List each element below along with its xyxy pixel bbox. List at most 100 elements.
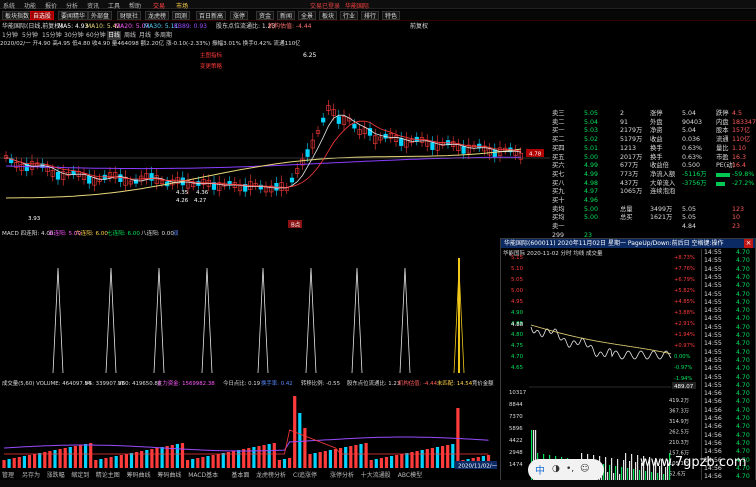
volume-bar <box>12 458 16 468</box>
bottom-tab[interactable]: 基本面 <box>231 471 249 480</box>
ime-toolbar[interactable]: 中 ◑ •, ☺ <box>528 459 604 481</box>
menu-help[interactable]: 帮助 <box>129 1 141 10</box>
quick-btn-sector-index[interactable]: 板块指数 <box>2 11 33 20</box>
period-60min[interactable]: 60分钟 <box>86 31 106 40</box>
bottom-tab[interactable]: 筹码曲线 <box>127 471 151 480</box>
volume-bar <box>308 454 312 468</box>
pct-tick: +3.88% <box>674 310 695 316</box>
trade-time: 14:55 <box>704 348 722 356</box>
menu-quote[interactable]: 报价 <box>45 1 57 10</box>
menu-market[interactable]: 市场 <box>176 1 188 10</box>
bottom-tab[interactable]: CI追涨停 <box>293 471 317 480</box>
volume-bar <box>374 459 378 468</box>
quick-btn-sector[interactable]: 板块 <box>319 11 338 20</box>
price-tick: 4.90 <box>511 310 524 316</box>
trade-price: 4.70 <box>736 315 750 323</box>
bottom-tab[interactable]: 十大流通股 <box>361 471 391 480</box>
popup-title[interactable]: 华能国际(600011) 2020年11月02日 星期一 PageUp/Down… <box>501 239 755 248</box>
quote-cell-l2: 大单流入 <box>650 179 676 187</box>
trade-row: 14:55 4.70 <box>702 291 750 299</box>
quick-btn-xinwen[interactable]: 新闻 <box>277 11 296 20</box>
quick-btn-special[interactable]: 特色 <box>382 11 401 20</box>
period-15min[interactable]: 15分钟 <box>42 31 62 40</box>
volume-bar <box>196 458 200 468</box>
intraday-popup[interactable]: 华能国际(600011) 2020年11月02日 星期一 PageUp/Down… <box>500 238 756 487</box>
quote-cell-v2: 4.84 <box>682 223 697 231</box>
period-multi[interactable]: 多周期 <box>154 31 172 40</box>
menu-analysis[interactable]: 分析 <box>66 1 78 10</box>
strategy-label-b: 变更策略 <box>200 62 223 70</box>
bottom-tab[interactable]: 筹码曲线 <box>157 471 181 480</box>
quote-cell-l1: 买九 <box>552 188 565 196</box>
period-1min[interactable]: 1分钟 <box>2 31 18 40</box>
adjust-label[interactable]: 前复权 <box>410 22 428 31</box>
quote-cell-v2: 5.04 <box>682 127 697 135</box>
volume-bar <box>211 455 215 468</box>
menu-system[interactable]: 系统 <box>3 1 15 10</box>
trade-time: 14:55 <box>704 381 722 389</box>
volume-bar <box>272 443 276 468</box>
indicator1-chart[interactable] <box>0 238 500 378</box>
quick-btn-limitup[interactable]: 涨停 <box>230 11 249 20</box>
bottom-tab[interactable]: 管理 <box>2 471 14 480</box>
quick-btn-external[interactable]: 外部盘 <box>88 11 113 20</box>
trade-time: 14:55 <box>704 307 722 315</box>
quote-cell-l1: 卖三 <box>552 110 565 117</box>
main-kline-chart[interactable]: 6.25 4.35 4.36 4.26 4.27 3.93 主图指标 变更策略 … <box>0 48 550 230</box>
punct-icon[interactable]: •, <box>566 464 574 474</box>
bottom-tab[interactable]: 精论主图 <box>96 471 120 480</box>
emoji-icon[interactable]: ☺ <box>580 464 589 474</box>
price-tick: 5.00 <box>511 288 524 294</box>
period-day[interactable]: 日线 <box>107 31 122 40</box>
intraday-chart[interactable]: 5.155.105.055.004.954.904.854.804.754.70… <box>501 255 701 487</box>
volume-chart[interactable]: 2020/11/02/一 <box>0 388 500 470</box>
volume-bar <box>364 443 368 468</box>
quote-cell-l2: 涨停 <box>650 110 663 117</box>
close-icon[interactable]: × <box>744 239 753 248</box>
menu-tools[interactable]: 工具 <box>108 1 120 10</box>
menu-trade[interactable]: 交易 <box>153 1 165 10</box>
bottom-tab[interactable]: 缩定到 <box>71 471 89 480</box>
bottom-tab[interactable]: 涨停分析 <box>330 471 354 480</box>
intraday-volume-bar <box>615 466 617 480</box>
period-month[interactable]: 月线 <box>139 31 151 40</box>
period-week[interactable]: 周线 <box>124 31 136 40</box>
price-tick: 4.95 <box>511 299 523 305</box>
candle-body <box>336 116 341 124</box>
volume-bar <box>89 443 93 468</box>
quick-btn-lhb[interactable]: 龙虎榜 <box>145 11 170 20</box>
quick-btn-backtest[interactable]: 回测 <box>172 11 191 20</box>
pct-tick: +4.85% <box>674 299 695 305</box>
trade-time: 14:56 <box>704 406 722 414</box>
bottom-tab[interactable]: MACD基本 <box>188 471 218 480</box>
moon-icon[interactable]: ◑ <box>552 464 560 474</box>
bottom-tab[interactable]: ABC模型 <box>398 471 422 480</box>
price-tick: 5.15 <box>511 255 523 261</box>
quick-btn-watchlist[interactable]: 自选股 <box>30 11 55 20</box>
quick-btn-high[interactable]: 百日新高 <box>196 11 227 20</box>
quick-btn-rank[interactable]: 排行 <box>361 11 380 20</box>
menu-news[interactable]: 资讯 <box>87 1 99 10</box>
bottom-tab[interactable]: 龙虎榜分析 <box>256 471 286 480</box>
volume-bar <box>430 448 434 468</box>
trade-price: 4.70 <box>736 356 750 364</box>
bottom-tab[interactable]: 涨跌幅 <box>47 471 65 480</box>
kb89-value: KB89: 0.93 <box>174 23 207 30</box>
bottom-tab[interactable]: 另存为 <box>22 471 40 480</box>
quick-btn-funds[interactable]: 资金 <box>256 11 275 20</box>
volume-header: 成交量(5,60) VOLUME: 464097.84 V5: 339907.8… <box>0 380 500 388</box>
quick-btn-cls[interactable]: 财联社 <box>117 11 142 20</box>
menu-function[interactable]: 功能 <box>24 1 36 10</box>
quick-btn-news[interactable]: 要闻精华 <box>58 11 89 20</box>
trade-list[interactable]: 14:55 4.70 14:55 4.70 14:55 4.70 14:55 4.70 14:5… <box>701 249 755 485</box>
quick-btn-industry[interactable]: 行业 <box>340 11 359 20</box>
quote-cell-v2: -5116万 <box>682 170 707 178</box>
quick-btn-panorama[interactable]: 全景 <box>298 11 317 20</box>
ime-lang-label[interactable]: 中 <box>535 462 545 477</box>
period-30min[interactable]: 30分钟 <box>64 31 84 40</box>
trade-price: 4.70 <box>736 415 750 422</box>
quote-cell-l1: 买八 <box>552 179 565 187</box>
period-5min[interactable]: 5分钟 <box>22 31 38 40</box>
ma-short-line <box>5 114 521 189</box>
flow-bar <box>716 172 730 177</box>
